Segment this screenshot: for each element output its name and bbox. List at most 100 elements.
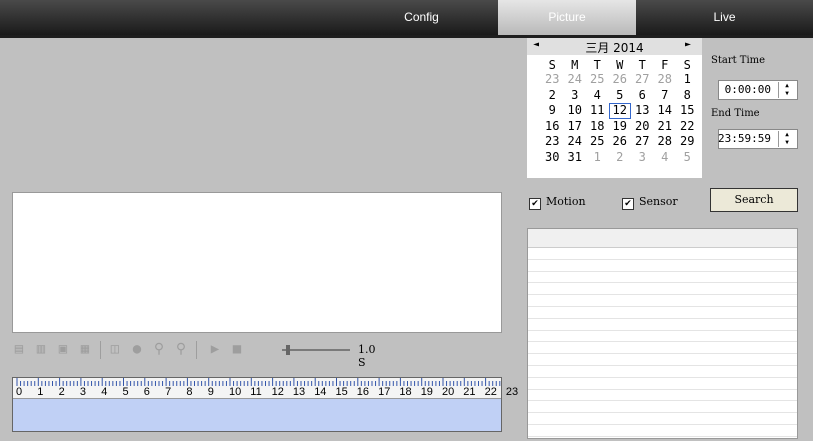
- play-icon[interactable]: ▶: [208, 342, 222, 356]
- save-icon[interactable]: ▣: [56, 342, 70, 356]
- list-item[interactable]: [528, 342, 797, 355]
- timeline-hour-label: 16: [356, 386, 370, 398]
- speed-slider-icon[interactable]: [280, 344, 352, 356]
- calendar-day[interactable]: 2: [541, 88, 564, 104]
- calendar-day[interactable]: 8: [676, 88, 699, 104]
- calendar-day[interactable]: 28: [654, 134, 677, 150]
- weekday-label: T: [593, 58, 601, 72]
- copy-icon[interactable]: ▤: [12, 342, 26, 356]
- calendar-day[interactable]: 18: [586, 119, 609, 135]
- timeline[interactable]: 0 1 2 3 4 5 6 7 8 9 10 11 12 13 14 15 16 17 18 19 20 21 22 23: [12, 377, 518, 432]
- calendar-day[interactable]: 30: [541, 150, 564, 166]
- search-button[interactable]: Search: [710, 188, 798, 212]
- clipboard-icon[interactable]: ▦: [78, 342, 92, 356]
- tab-config[interactable]: Config: [345, 0, 498, 35]
- list-item[interactable]: [528, 319, 797, 331]
- list-item[interactable]: [528, 260, 797, 272]
- calendar-day[interactable]: 31: [564, 150, 587, 166]
- calendar-day[interactable]: 3: [631, 150, 654, 166]
- calendar-day[interactable]: 29: [676, 134, 699, 150]
- calendar-day[interactable]: 15: [676, 103, 699, 119]
- calendar-day[interactable]: 27: [631, 72, 654, 88]
- sensor-label: Sensor: [639, 195, 678, 208]
- calendar-day[interactable]: 19: [609, 119, 632, 135]
- calendar-day[interactable]: 25: [586, 72, 609, 88]
- calendar-day[interactable]: 16: [541, 119, 564, 135]
- weekday-label: S: [683, 58, 691, 72]
- crop-icon[interactable]: ◫: [108, 342, 122, 356]
- calendar-day[interactable]: 17: [564, 119, 587, 135]
- checkmark-icon[interactable]: ✔: [622, 198, 634, 210]
- sensor-checkbox[interactable]: ✔ Sensor: [622, 195, 678, 210]
- calendar-day[interactable]: 7: [654, 88, 677, 104]
- calendar-day[interactable]: 23: [541, 134, 564, 150]
- stop-record-icon[interactable]: ●: [130, 342, 144, 356]
- calendar-day[interactable]: 22: [676, 119, 699, 135]
- end-time-spinner[interactable]: 23:59:59 ▲ ▼: [718, 129, 798, 149]
- paste-icon[interactable]: ▥: [34, 342, 48, 356]
- list-item[interactable]: [528, 272, 797, 284]
- end-time-stepper[interactable]: ▲ ▼: [778, 131, 795, 147]
- calendar-day[interactable]: 21: [654, 119, 677, 135]
- calendar-day[interactable]: 5: [609, 88, 632, 104]
- timeline-hour-label: 22: [484, 386, 497, 398]
- calendar-day[interactable]: 1: [586, 150, 609, 166]
- list-item[interactable]: [528, 378, 797, 390]
- start-time-label: Start Time: [711, 55, 766, 66]
- timeline-hour-label: 0: [16, 386, 23, 398]
- next-month-icon[interactable]: ►: [685, 39, 691, 50]
- calendar-day[interactable]: 28: [654, 72, 677, 88]
- list-item[interactable]: [528, 331, 797, 343]
- calendar-day[interactable]: 10: [564, 103, 587, 119]
- calendar-day[interactable]: 1: [676, 72, 699, 88]
- results-list[interactable]: [527, 228, 798, 439]
- list-item[interactable]: [528, 437, 797, 438]
- zoom-in-icon[interactable]: ⚲: [152, 342, 166, 356]
- checkmark-icon[interactable]: ✔: [529, 198, 541, 210]
- start-time-stepper[interactable]: ▲ ▼: [778, 82, 795, 98]
- calendar-day[interactable]: 23: [541, 72, 564, 88]
- calendar-day[interactable]: 24: [564, 134, 587, 150]
- calendar-day[interactable]: 20: [631, 119, 654, 135]
- list-item[interactable]: [528, 248, 797, 260]
- calendar-day[interactable]: 6: [631, 88, 654, 104]
- calendar-day[interactable]: 4: [654, 150, 677, 166]
- timeline-hour-label: 11: [250, 386, 262, 398]
- calendar-day[interactable]: 25: [586, 134, 609, 150]
- list-item[interactable]: [528, 390, 797, 402]
- calendar-day[interactable]: 26: [609, 72, 632, 88]
- calendar-day[interactable]: 24: [564, 72, 587, 88]
- tab-live[interactable]: Live: [636, 0, 813, 35]
- calendar-day[interactable]: 2: [609, 150, 632, 166]
- calendar-day[interactable]: 3: [564, 88, 587, 104]
- list-item[interactable]: [528, 307, 797, 319]
- timeline-hour-label: 23: [505, 386, 519, 398]
- list-item[interactable]: [528, 413, 797, 425]
- list-item[interactable]: [528, 366, 797, 378]
- list-item[interactable]: [528, 354, 797, 366]
- calendar-day[interactable]: 13: [631, 103, 654, 119]
- calendar-day-selected[interactable]: 12: [608, 103, 631, 119]
- calendar-day[interactable]: 9: [541, 103, 564, 119]
- zoom-out-icon[interactable]: ⚲: [174, 342, 188, 356]
- tab-picture[interactable]: Picture: [498, 0, 636, 35]
- up-arrow-icon[interactable]: ▲: [779, 82, 795, 90]
- calendar-day[interactable]: 4: [586, 88, 609, 104]
- list-item[interactable]: [528, 283, 797, 296]
- calendar-day[interactable]: 11: [586, 103, 609, 119]
- video-playback-area[interactable]: [12, 192, 502, 333]
- motion-checkbox[interactable]: ✔ Motion: [529, 195, 586, 210]
- stop-icon[interactable]: ■: [230, 342, 244, 356]
- list-item[interactable]: [528, 425, 797, 437]
- up-arrow-icon[interactable]: ▲: [779, 131, 795, 139]
- down-arrow-icon[interactable]: ▼: [779, 90, 795, 98]
- calendar-day[interactable]: 5: [676, 150, 699, 166]
- list-item[interactable]: [528, 295, 797, 307]
- list-item[interactable]: [528, 401, 797, 414]
- weekday-label: W: [616, 58, 624, 72]
- calendar-day[interactable]: 14: [654, 103, 677, 119]
- start-time-spinner[interactable]: 0:00:00 ▲ ▼: [718, 80, 798, 100]
- calendar-day[interactable]: 26: [609, 134, 632, 150]
- down-arrow-icon[interactable]: ▼: [779, 139, 795, 147]
- calendar-day[interactable]: 27: [631, 134, 654, 150]
